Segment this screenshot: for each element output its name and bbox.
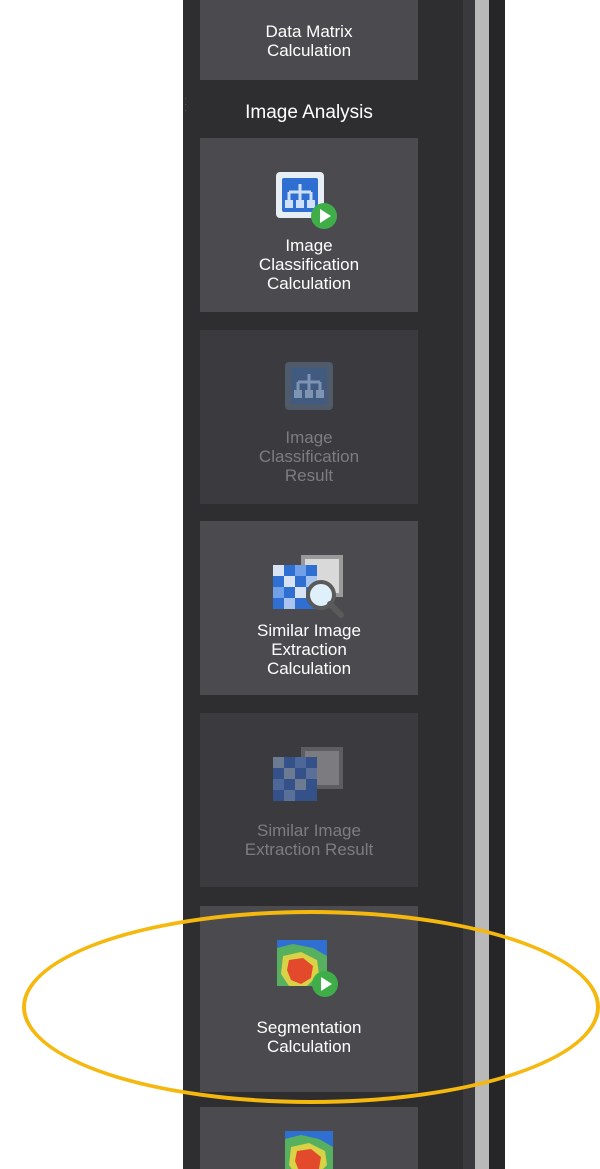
data-matrix-calculation-button[interactable]: Data Matrix Calculation [200,0,418,80]
hierarchy-icon [285,362,333,410]
similar-image-extraction-result-button[interactable]: Similar Image Extraction Result [200,713,418,887]
mosaic-magnifier-icon [273,555,344,618]
segmentation-map-icon [285,1131,333,1169]
segmentation-calculation-button[interactable]: Segmentation Calculation [200,906,418,1092]
panel-border [463,0,475,1169]
segmentation-map-play-icon [277,940,338,997]
image-classification-result-button[interactable]: Image Classification Result [200,330,418,504]
section-header-image-analysis: Image Analysis [245,102,373,123]
image-classification-calculation-button[interactable]: Image Classification Calculation [200,138,418,312]
segmentation-result-button[interactable] [200,1107,418,1169]
scrollbar[interactable] [475,0,489,1169]
collapse-grip[interactable]: · · · [184,94,188,118]
mosaic-icon [273,747,343,801]
panel-edge-shadow [489,0,505,1169]
hierarchy-play-icon [276,172,337,229]
similar-image-extraction-calculation-button[interactable]: Similar Image Extraction Calculation [200,521,418,695]
data-matrix-calculation-label: Data Matrix Calculation [265,22,353,60]
